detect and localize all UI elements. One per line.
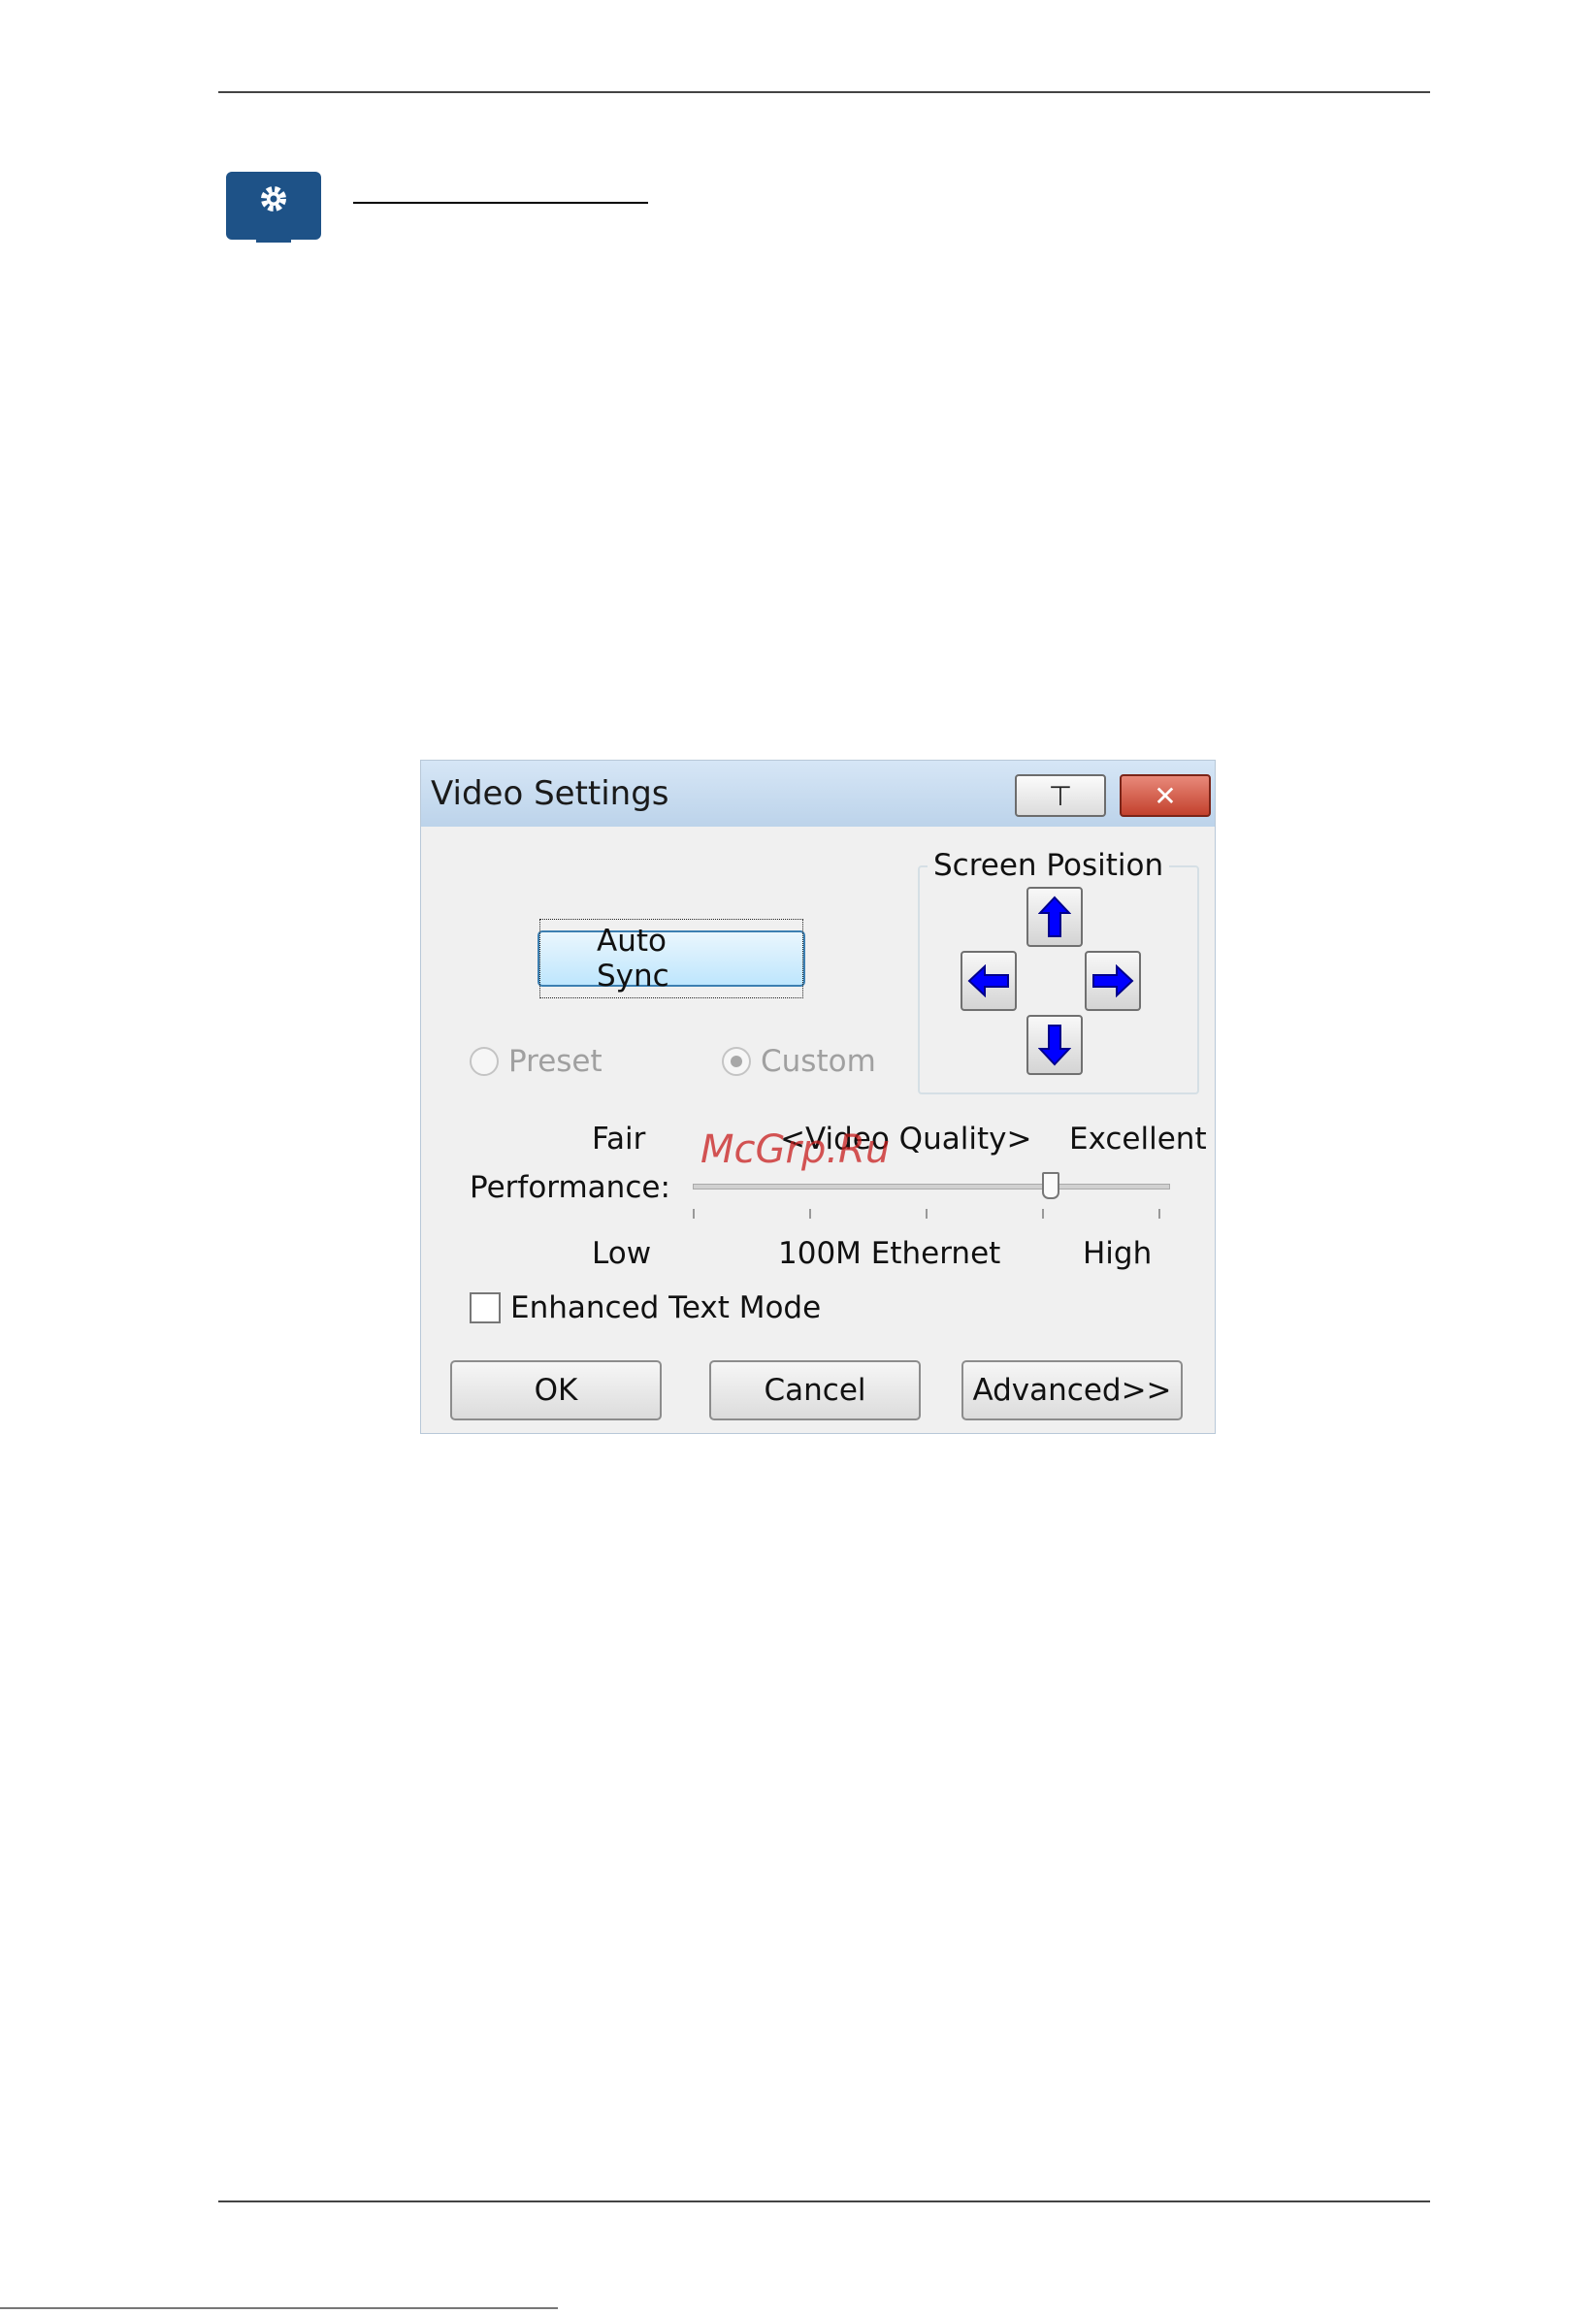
auto-sync-button[interactable]: Auto Sync xyxy=(537,919,805,998)
enhanced-text-mode-checkbox[interactable] xyxy=(470,1292,501,1323)
performance-high-label: High xyxy=(1083,1236,1153,1271)
custom-radio[interactable] xyxy=(722,1047,751,1076)
heading-underline xyxy=(353,202,648,204)
arrow-right-icon xyxy=(1092,964,1134,997)
pin-icon: ⊤ xyxy=(1048,779,1073,812)
close-icon: ✕ xyxy=(1154,779,1177,812)
quality-excellent-label: Excellent xyxy=(1069,1122,1207,1157)
quality-fair-label: Fair xyxy=(592,1122,646,1157)
custom-label: Custom xyxy=(761,1044,876,1079)
move-left-button[interactable] xyxy=(961,951,1017,1011)
ok-label: OK xyxy=(534,1373,578,1408)
move-right-button[interactable] xyxy=(1085,951,1141,1011)
gear-icon xyxy=(261,186,286,212)
custom-radio-option[interactable]: Custom xyxy=(722,1044,876,1079)
preset-radio-option[interactable]: Preset xyxy=(470,1044,603,1079)
move-down-button[interactable] xyxy=(1026,1015,1083,1075)
cancel-button[interactable]: Cancel xyxy=(709,1360,921,1420)
performance-low-label: Low xyxy=(592,1236,652,1271)
performance-label: Performance: xyxy=(470,1170,670,1205)
dialog-titlebar[interactable]: Video Settings ⊤ ✕ xyxy=(421,761,1215,827)
advanced-button[interactable]: Advanced>> xyxy=(961,1360,1183,1420)
cancel-label: Cancel xyxy=(764,1373,866,1408)
auto-sync-label: Auto Sync xyxy=(539,919,803,998)
advanced-label: Advanced>> xyxy=(972,1373,1172,1408)
pin-button[interactable]: ⊤ xyxy=(1015,774,1106,817)
slider-tick xyxy=(1158,1209,1160,1219)
header-rule xyxy=(218,91,1430,93)
ok-button[interactable]: OK xyxy=(450,1360,662,1420)
footer-strip xyxy=(0,2307,558,2309)
arrow-down-icon xyxy=(1038,1025,1071,1066)
slider-tick xyxy=(693,1209,695,1219)
arrow-left-icon xyxy=(967,964,1009,997)
video-settings-dialog: Video Settings ⊤ ✕ Auto Sync Screen Posi… xyxy=(421,761,1215,1433)
monitor-stand xyxy=(256,237,291,243)
performance-ethernet-label: 100M Ethernet xyxy=(778,1236,1001,1271)
arrow-up-icon xyxy=(1038,896,1071,937)
preset-radio[interactable] xyxy=(470,1047,499,1076)
enhanced-text-mode-option[interactable]: Enhanced Text Mode xyxy=(470,1290,821,1325)
performance-slider-thumb[interactable] xyxy=(1041,1172,1059,1199)
close-button[interactable]: ✕ xyxy=(1120,774,1211,817)
preset-label: Preset xyxy=(508,1044,603,1079)
slider-tick xyxy=(809,1209,811,1219)
performance-slider-track[interactable] xyxy=(693,1184,1170,1190)
slider-tick xyxy=(926,1209,928,1219)
screen-position-label: Screen Position xyxy=(928,848,1170,883)
dialog-title: Video Settings xyxy=(431,774,669,813)
footer-rule xyxy=(218,2200,1430,2202)
move-up-button[interactable] xyxy=(1026,887,1083,947)
slider-tick xyxy=(1042,1209,1044,1219)
monitor-settings-icon xyxy=(226,172,321,240)
enhanced-text-mode-label: Enhanced Text Mode xyxy=(510,1290,822,1325)
watermark: McGrp.Ru xyxy=(700,1127,891,1172)
